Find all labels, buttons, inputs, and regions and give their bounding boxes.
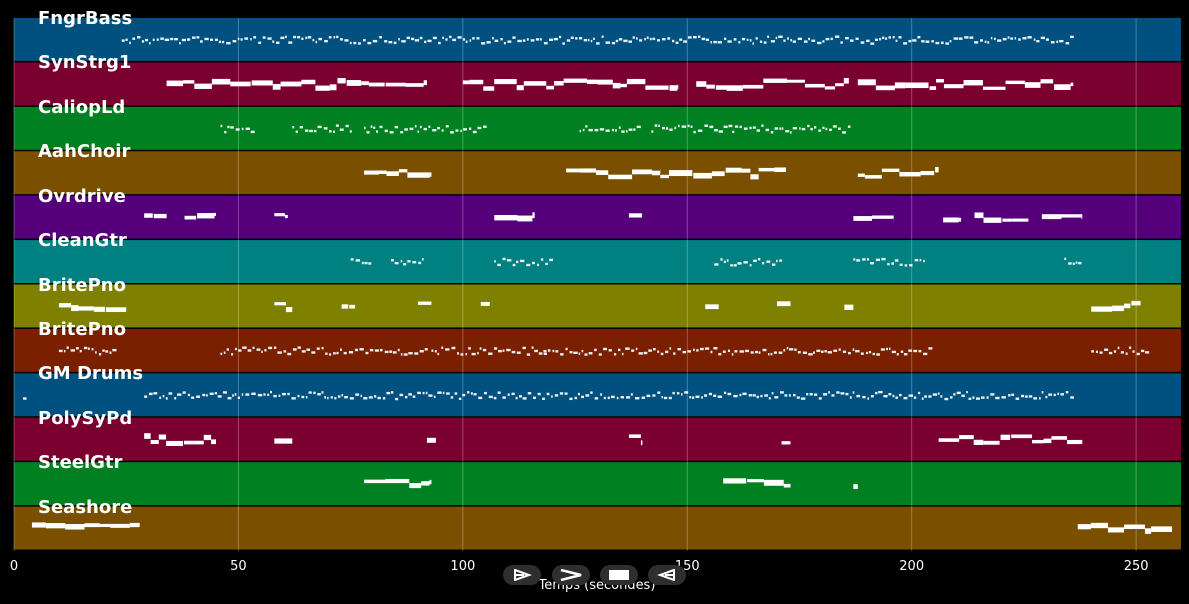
stop-icon [609, 570, 629, 580]
track-label: PolySyPd [38, 407, 133, 429]
track-row [14, 106, 1181, 150]
piano-roll-plot [13, 18, 1181, 551]
track-label: Ovrdrive [38, 185, 126, 207]
track-row [14, 506, 1181, 550]
note-segment [22, 397, 27, 400]
rewind-icon [514, 569, 532, 581]
track-label: SynStrg1 [38, 52, 132, 74]
back-button[interactable] [648, 565, 686, 585]
track-row [14, 328, 1181, 372]
play-button[interactable] [552, 565, 590, 585]
note-segment [426, 437, 436, 443]
note-segment [777, 301, 791, 307]
rewind-button[interactable] [503, 565, 541, 585]
play-icon [560, 569, 582, 581]
note-segment [781, 441, 791, 445]
x-tick-label: 100 [450, 559, 476, 574]
track-label: BritePno [38, 318, 126, 340]
track-label: SteelGtr [38, 452, 123, 474]
note-segment [705, 304, 719, 310]
track-label: GM Drums [38, 363, 144, 385]
note-segment [417, 301, 432, 305]
x-tick-label: 250 [1123, 559, 1149, 574]
note-segment [274, 438, 293, 444]
note-segment [480, 301, 490, 306]
note-segment [853, 484, 858, 490]
note-segment [844, 304, 854, 310]
track-row [14, 462, 1181, 506]
note-segment [628, 213, 643, 218]
x-tick-label: 200 [899, 559, 925, 574]
track-label: AahChoir [38, 141, 131, 163]
back-icon [657, 569, 675, 581]
track-label: Seashore [38, 496, 133, 518]
track-row [14, 240, 1181, 283]
stop-button[interactable] [600, 565, 638, 585]
track-label: CleanGtr [38, 230, 127, 252]
x-tick-label: 50 [230, 559, 247, 574]
x-tick-label: 0 [9, 559, 19, 574]
track-row [14, 284, 1181, 328]
note-segment [144, 213, 167, 219]
track-label: CaliopLd [38, 96, 126, 118]
track-label: BritePno [38, 274, 126, 296]
track-label: FngrBass [38, 8, 133, 29]
note-segment [943, 217, 962, 223]
